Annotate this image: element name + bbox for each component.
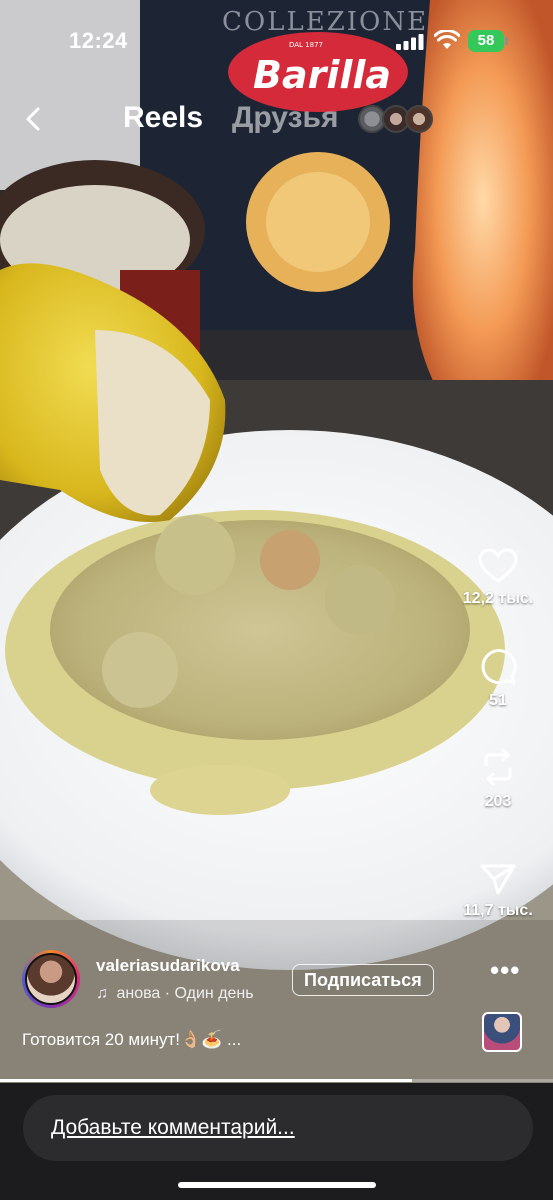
comment-count: 51 [489, 692, 507, 709]
signal-icon [396, 34, 424, 50]
repost-button[interactable]: 203 [443, 747, 553, 811]
audio-thumbnail[interactable] [482, 1012, 522, 1052]
tab-reels[interactable]: Reels [123, 101, 203, 135]
tab-friends[interactable]: Друзья [232, 101, 338, 135]
audio-track: анова [116, 985, 161, 1002]
video-frame: COLLEZIONE Barilla DAL 1877 [0, 0, 553, 1083]
comment-input[interactable]: Добавьте комментарий... [23, 1095, 533, 1161]
like-button[interactable]: 12,2 тыс. [443, 548, 553, 608]
battery-level: 58 [477, 32, 495, 49]
status-time: 12:24 [69, 28, 128, 53]
back-icon[interactable] [20, 105, 48, 133]
battery-icon: 58 [468, 30, 504, 52]
avatar-photo [25, 953, 77, 1005]
audio-time: · Один день [164, 985, 254, 1002]
comment-bar: Добавьте комментарий... [0, 1083, 553, 1200]
reel-video[interactable]: COLLEZIONE Barilla DAL 1877 [0, 0, 553, 1083]
like-count: 12,2 тыс. [462, 590, 534, 607]
repost-icon [484, 748, 512, 786]
comment-icon [481, 649, 517, 685]
wifi-icon [434, 30, 460, 49]
music-note-icon: ♫ [96, 985, 108, 1002]
reel-caption[interactable]: Готовится 20 минут!👌🏼🍝 ... [22, 1030, 241, 1050]
audio-info[interactable]: ♫ анова · Один день [96, 985, 254, 1003]
comment-placeholder: Добавьте комментарий... [51, 1116, 295, 1139]
author-avatar[interactable] [22, 950, 80, 1008]
reels-top-nav: Reels Друзья [0, 95, 553, 145]
status-bar: 12:24 58 [0, 0, 553, 80]
send-icon [480, 864, 516, 895]
heart-icon [478, 548, 518, 583]
author-username[interactable]: valeriasudarikova [96, 956, 240, 976]
video-progress[interactable] [0, 1079, 553, 1082]
battery-tip [505, 37, 508, 45]
video-progress-fill [0, 1079, 412, 1082]
comment-button[interactable]: 51 [443, 648, 553, 710]
follow-button[interactable]: Подписаться [292, 964, 434, 996]
repost-count: 203 [484, 793, 512, 810]
home-indicator [178, 1182, 376, 1188]
reel-author: valeriasudarikova ♫ анова · Один день По… [22, 950, 542, 1020]
friend-avatar[interactable] [405, 105, 433, 133]
share-button[interactable]: 11,7 тыс. [443, 862, 553, 920]
share-count: 11,7 тыс. [463, 902, 533, 919]
